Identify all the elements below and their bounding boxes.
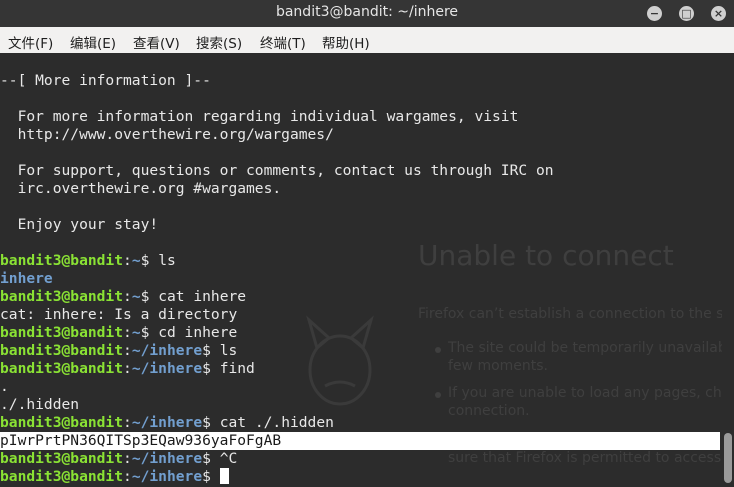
terminal-prompt-line: bandit3@bandit:~$ ls — [0, 252, 176, 269]
prompt-user: bandit3@bandit — [0, 342, 124, 359]
prompt-user: bandit3@bandit — [0, 324, 124, 341]
terminal-line: . — [0, 378, 9, 395]
menu-edit[interactable]: 编辑(E) — [70, 32, 116, 52]
terminal-output[interactable]: Unable to connect Firefox can’t establis… — [0, 53, 722, 487]
prompt-user: bandit3@bandit — [0, 414, 124, 431]
sad-mascot-icon — [306, 315, 374, 406]
terminal-line: --[ More information ]-- — [0, 72, 211, 89]
prompt-path: ~/inhere — [131, 468, 203, 485]
bg-bullet1-line1: The site could be temporarily unavailabl… — [448, 340, 722, 356]
bg-bullet2-line1: If you are unable to load any pages, che… — [448, 385, 722, 401]
prompt-path: ~/inhere — [131, 450, 203, 467]
prompt-user: bandit3@bandit — [0, 450, 124, 467]
command-text: ls — [219, 342, 238, 359]
bg-heading: Unable to connect — [418, 239, 674, 272]
bg-bullet3: sure that Firefox is permitted to access… — [448, 450, 722, 466]
terminal-line: http://www.overthewire.org/wargames/ — [0, 126, 334, 143]
command-text: ^C — [219, 450, 238, 467]
command-text: ls — [158, 252, 176, 269]
prompt-path: ~ — [131, 252, 141, 269]
bg-bullet — [435, 347, 441, 353]
terminal-prompt-line: bandit3@bandit:~/inhere$ ^C — [0, 450, 238, 467]
bg-bullet1-line2: few moments. — [448, 358, 549, 374]
terminal-line: irc.overthewire.org #wargames. — [0, 180, 282, 197]
menu-file[interactable]: 文件(F) — [8, 32, 53, 52]
scrollbar[interactable] — [722, 53, 734, 487]
menu-help[interactable]: 帮助(H) — [322, 32, 370, 52]
terminal-prompt-line: bandit3@bandit:~$ cd inhere — [0, 324, 238, 341]
terminal-prompt-line: bandit3@bandit:~/inhere$ ls — [0, 342, 238, 359]
terminal-output-dir: inhere — [0, 270, 53, 287]
scrollbar-thumb[interactable] — [724, 433, 732, 483]
prompt-user: bandit3@bandit — [0, 360, 124, 377]
menu-bar: 文件(F) 编辑(E) 查看(V) 搜索(S) 终端(T) 帮助(H) — [0, 27, 734, 54]
maximize-button[interactable]: □ — [679, 6, 694, 21]
bg-bullet — [435, 392, 441, 398]
prompt-path: ~/inhere — [131, 342, 203, 359]
selected-password-line[interactable]: pIwrPrtPN36QITSp3EQaw936yaFoFgAB — [0, 432, 720, 450]
prompt-path: ~ — [131, 324, 141, 341]
terminal-prompt-line: bandit3@bandit:~/inhere$ cat ./.hidden — [0, 414, 334, 431]
terminal-prompt-line: bandit3@bandit:~/inhere$ — [0, 468, 229, 486]
prompt-user: bandit3@bandit — [0, 252, 124, 269]
menu-search[interactable]: 搜索(S) — [196, 32, 242, 52]
menu-view[interactable]: 查看(V) — [133, 32, 180, 52]
window-title: bandit3@bandit: ~/inhere — [275, 4, 459, 20]
prompt-path: ~/inhere — [131, 414, 203, 431]
menu-terminal[interactable]: 终端(T) — [260, 32, 306, 52]
prompt-user: bandit3@bandit — [0, 468, 124, 485]
command-text: cd inhere — [158, 324, 238, 341]
title-bar: bandit3@bandit: ~/inhere − □ × — [0, 0, 734, 27]
terminal-line: cat: inhere: Is a directory — [0, 306, 238, 323]
terminal-prompt-line: bandit3@bandit:~/inhere$ find — [0, 360, 255, 377]
command-text: find — [219, 360, 255, 377]
command-text: cat inhere — [158, 288, 247, 305]
terminal-line: Enjoy your stay! — [0, 216, 159, 233]
command-text: cat ./.hidden — [219, 414, 334, 431]
terminal-line: For support, questions or comments, cont… — [0, 162, 554, 179]
terminal-line: For more information regarding individua… — [0, 108, 519, 125]
bg-body: Firefox can’t establish a connection to … — [418, 306, 722, 322]
terminal-line: ./.hidden — [0, 396, 80, 413]
prompt-path: ~ — [131, 288, 141, 305]
close-button[interactable]: × — [711, 6, 726, 21]
bg-bullet2-line2: connection. — [448, 403, 530, 419]
terminal-prompt-line: bandit3@bandit:~$ cat inhere — [0, 288, 247, 305]
prompt-path: ~/inhere — [131, 360, 203, 377]
prompt-user: bandit3@bandit — [0, 288, 124, 305]
minimize-button[interactable]: − — [647, 6, 662, 21]
text-cursor — [219, 468, 229, 484]
